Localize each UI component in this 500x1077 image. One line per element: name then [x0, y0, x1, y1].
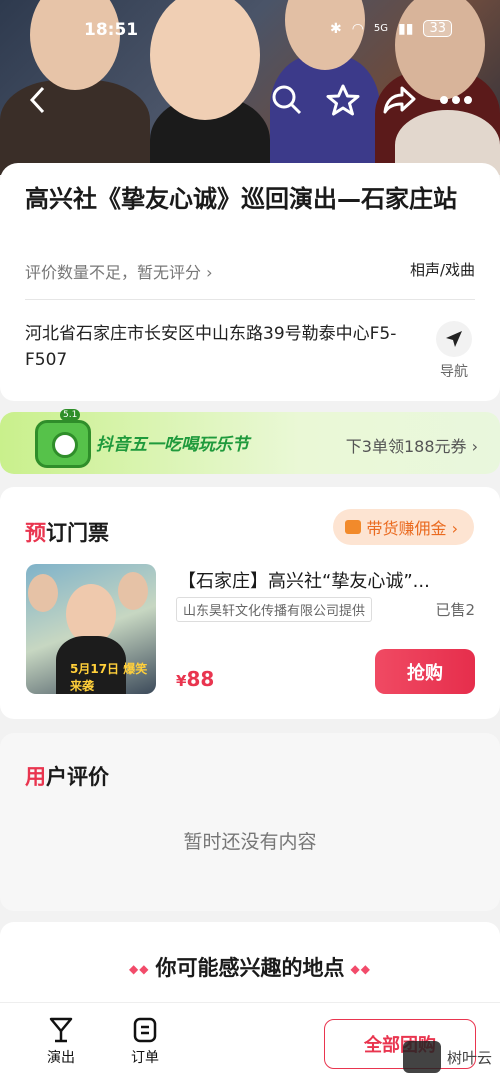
bluetooth-icon: ✱ [329, 20, 342, 37]
provider-tag: 山东昊轩文化传播有限公司提供 [176, 597, 373, 622]
title-accent-char: 用 [25, 765, 46, 789]
shopping-bag-icon [344, 520, 361, 534]
rating-link[interactable]: 评价数量不足，暂无评分 › [25, 259, 213, 283]
category-label: 相声/戏曲 [409, 261, 475, 279]
navigation-arrow-icon [446, 331, 462, 347]
sold-count: 已售2 [435, 601, 475, 619]
watermark-text: 树叶云 [446, 1048, 492, 1067]
left-dots-icon: ◆◆ [129, 962, 150, 976]
more-button[interactable] [436, 80, 476, 120]
title-text: 户评价 [46, 765, 109, 789]
right-dots-icon: ◆◆ [350, 962, 371, 976]
back-arrow-icon [29, 86, 45, 114]
more-dots-icon [440, 96, 472, 104]
signal-icon: ▮▮ [398, 20, 414, 37]
currency-symbol: ¥ [176, 672, 187, 690]
product-name[interactable]: 【石家庄】高兴社“挚友心诚”... [178, 567, 468, 593]
search-icon [272, 85, 302, 115]
commission-label: 带货赚佣金 › [366, 519, 459, 538]
battery-icon: 33 [423, 20, 452, 37]
commission-button[interactable]: 带货赚佣金 › [332, 509, 474, 545]
star-icon [326, 84, 360, 116]
camera-mascot-icon: 5.1 [35, 409, 91, 468]
back-button[interactable] [18, 80, 58, 120]
watermark: 树叶云 [402, 1041, 492, 1073]
wifi-icon: ◠ [351, 20, 364, 37]
buy-button[interactable]: 抢购 [375, 649, 475, 694]
cocktail-glass-icon [49, 1017, 73, 1043]
reviews-empty-text: 暂时还没有内容 [183, 831, 317, 853]
event-info-card: 高兴社《挚友心诚》巡回演出—石家庄站 评价数量不足，暂无评分 › 相声/戏曲 河… [0, 163, 500, 401]
tab-label: 订单 [131, 1050, 159, 1066]
title-accent-char: 预 [25, 521, 46, 545]
thumb-performer [118, 572, 148, 610]
interest-section-title: ◆◆ 你可能感兴趣的地点 ◆◆ [0, 952, 500, 982]
interest-title-text: 你可能感兴趣的地点 [155, 956, 345, 980]
search-button[interactable] [267, 80, 307, 120]
watermark-logo-icon [402, 1041, 441, 1073]
banner-coupon-text[interactable]: 下3单领188元券 › [346, 433, 478, 457]
tickets-section-title: 预订门票 [25, 517, 109, 547]
top-nav [0, 80, 500, 120]
share-icon [383, 86, 416, 114]
product-thumbnail[interactable]: 5月17日 爆笑来袭 [26, 564, 156, 694]
tickets-card: 预订门票 带货赚佣金 › 5月17日 爆笑来袭 【石家庄】高兴社“挚友心诚”..… [0, 487, 500, 719]
status-bar: 18:51 ✱ ◠ 5G ▮▮ 33 [0, 18, 500, 46]
bottom-tab-bar: 演出 订单 全部团购 树叶云 [0, 1002, 500, 1077]
favorite-button[interactable] [323, 80, 363, 120]
product-price: ¥88 [176, 667, 214, 691]
thumb-performer [28, 574, 58, 612]
order-list-icon [133, 1017, 157, 1043]
network-label: 5G [373, 23, 389, 34]
promo-banner[interactable]: 5.1 抖音五一吃喝玩乐节 下3单领188元券 › [0, 409, 500, 474]
status-time: 18:51 [84, 20, 139, 40]
thumb-performer [66, 584, 116, 644]
reviews-card: 用户评价 暂时还没有内容 [0, 733, 500, 911]
tab-label: 演出 [47, 1050, 75, 1066]
thumb-caption: 5月17日 爆笑来袭 [70, 662, 148, 693]
divider [25, 299, 475, 300]
title-text: 订门票 [46, 521, 109, 545]
reviews-section-title: 用户评价 [25, 761, 109, 791]
venue-address: 河北省石家庄市长安区中山东路39号勒泰中心F5-F507 [25, 324, 397, 370]
tab-orders[interactable]: 订单 [115, 1017, 175, 1067]
event-title: 高兴社《挚友心诚》巡回演出—石家庄站 [25, 185, 457, 213]
camera-lens [52, 432, 78, 458]
price-value: 88 [186, 667, 215, 691]
banner-title: 抖音五一吃喝玩乐节 [96, 435, 249, 455]
share-button[interactable] [380, 80, 420, 120]
navigate-label[interactable]: 导航 [436, 361, 472, 381]
navigate-button[interactable] [436, 321, 472, 357]
banner-badge: 5.1 [60, 409, 81, 421]
tab-shows[interactable]: 演出 [31, 1017, 91, 1067]
status-icons: ✱ ◠ 5G ▮▮ 33 [330, 20, 452, 37]
